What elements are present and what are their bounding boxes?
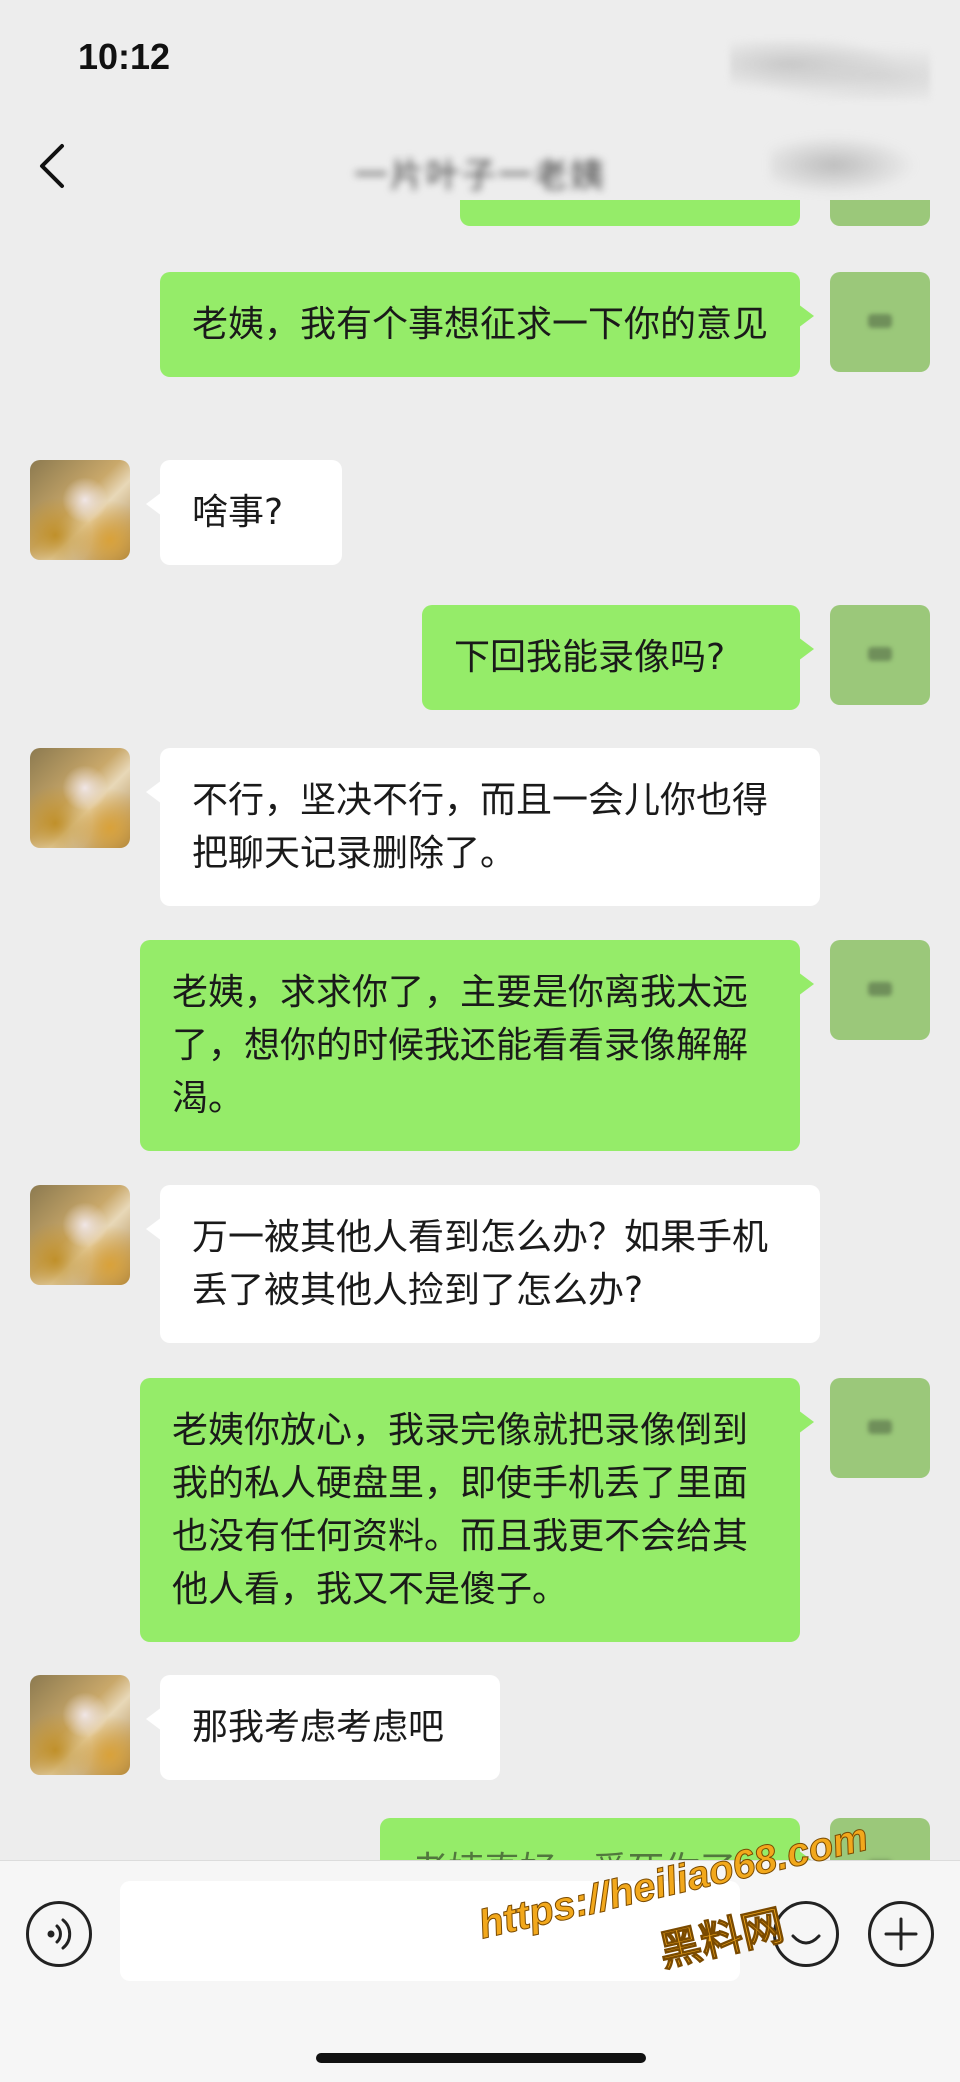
received-message[interactable]: 万一被其他人看到怎么办？如果手机丢了被其他人捡到了怎么办?	[146, 1185, 820, 1343]
nav-more-blurred	[770, 130, 930, 200]
avatar[interactable]	[30, 1675, 130, 1775]
sent-message[interactable]: 老姨，我有个事想征求一下你的意见	[160, 272, 814, 377]
plus-icon[interactable]	[868, 1901, 934, 1967]
received-message[interactable]: 那我考虑考虑吧	[146, 1675, 500, 1780]
avatar[interactable]	[830, 605, 930, 705]
message-input[interactable]	[120, 1881, 740, 1981]
avatar[interactable]	[30, 1185, 130, 1285]
received-message[interactable]: 不行，坚决不行，而且一会儿你也得把聊天记录删除了。	[146, 748, 820, 906]
received-message[interactable]: 啥事?	[146, 460, 342, 565]
partial-message-bubble	[460, 200, 800, 226]
chat-title: 一片叶子一老姨	[354, 156, 606, 196]
avatar	[830, 200, 930, 226]
avatar[interactable]	[830, 272, 930, 372]
avatar[interactable]	[830, 1378, 930, 1478]
sent-message[interactable]: 老姨，求求你了，主要是你离我太远了，想你的时候我还能看看录像解解渴。	[140, 940, 814, 1151]
sent-message[interactable]: 老姨真好，爱死你了	[380, 1818, 814, 1860]
status-time: 10:12	[78, 36, 171, 77]
avatar[interactable]	[830, 940, 930, 1040]
sent-message[interactable]: 老姨你放心，我录完像就把录像倒到我的私人硬盘里，即使手机丢了里面也没有任何资料。…	[140, 1378, 814, 1642]
chat-screen: 10:12 一片叶子一老姨 老姨，我有个事想征求一下你的意见 啥事? 下回我能录…	[0, 0, 960, 2082]
home-indicator[interactable]	[316, 2053, 646, 2063]
chevron-left-icon[interactable]	[30, 138, 80, 194]
emoji-icon[interactable]	[773, 1901, 839, 1967]
avatar[interactable]	[30, 748, 130, 848]
input-bar	[0, 1860, 960, 2082]
status-icons-blurred	[730, 40, 930, 100]
avatar[interactable]	[830, 1818, 930, 1860]
message-list[interactable]: 老姨，我有个事想征求一下你的意见 啥事? 下回我能录像吗? 不行，坚决不行，而且…	[0, 200, 960, 1860]
avatar[interactable]	[30, 460, 130, 560]
sent-message[interactable]: 下回我能录像吗?	[422, 605, 814, 710]
voice-icon[interactable]	[26, 1901, 92, 1967]
